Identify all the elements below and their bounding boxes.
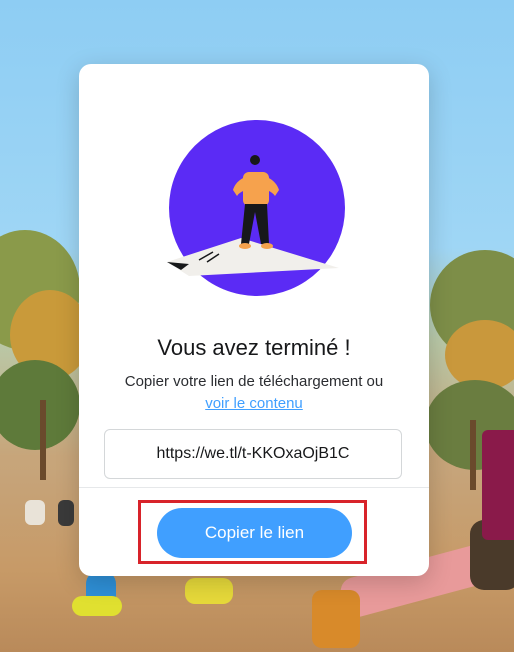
tree-trunk <box>470 420 476 490</box>
player-shoe <box>312 590 360 648</box>
player-shoe <box>185 578 233 604</box>
player-shoe <box>72 596 122 616</box>
copy-link-button[interactable]: Copier le lien <box>157 508 352 558</box>
modal-description: Copier votre lien de téléchargement ou v… <box>79 371 429 415</box>
modal-title: Vous avez terminé ! <box>157 335 351 360</box>
view-content-link[interactable]: voir le contenu <box>205 395 303 412</box>
person <box>58 500 74 526</box>
description-text: Copier votre lien de téléchargement ou <box>124 373 384 390</box>
tree-trunk <box>40 400 46 480</box>
player-shirt <box>482 430 514 540</box>
person <box>25 500 45 525</box>
divider <box>79 487 429 488</box>
person-on-paper-illustration <box>167 120 345 296</box>
transfer-complete-modal: Vous avez terminé ! Copier votre lien de… <box>79 64 429 576</box>
download-url-field[interactable]: https://we.tl/t-KKOxaOjB1C <box>104 429 402 479</box>
